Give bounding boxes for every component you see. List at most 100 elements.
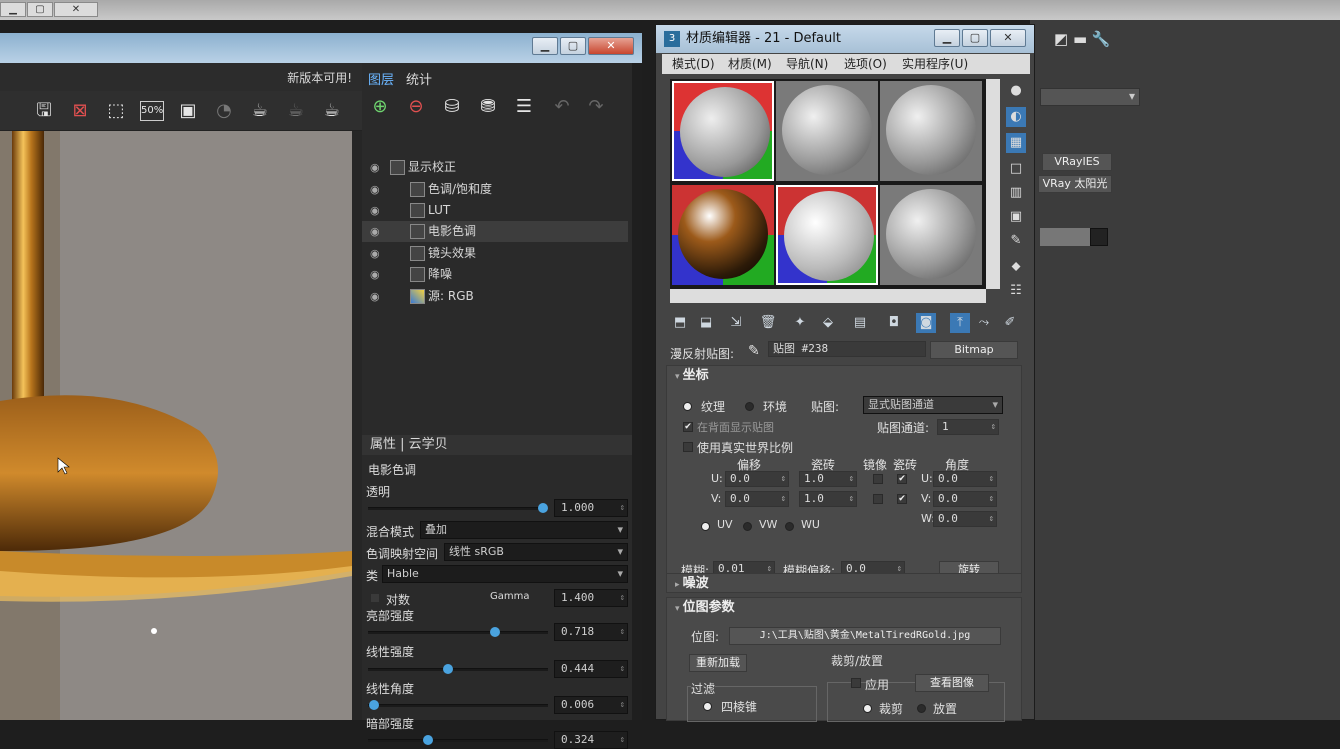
zoom-50-icon[interactable]: 50%	[140, 101, 164, 121]
u-angle-spinner[interactable]: 0.0	[933, 471, 997, 487]
me-maximize-button[interactable]: ▢	[962, 29, 988, 47]
show-end-result-icon[interactable]: ◙	[916, 313, 936, 333]
undo-icon[interactable]: ↶	[550, 95, 574, 119]
reset-map-icon[interactable]: 🗑	[758, 313, 778, 333]
bitmap-params-header[interactable]: ▾ 位图参数	[667, 598, 1021, 618]
sample-uv-icon[interactable]: □	[1006, 159, 1026, 179]
linear-angle-spinner[interactable]: 0.006	[554, 696, 628, 714]
save-layers-icon[interactable]: ⛁	[440, 95, 464, 119]
wu-radio[interactable]	[785, 522, 794, 531]
region-select-icon[interactable]: ⬚	[104, 99, 128, 123]
delete-layer-icon[interactable]: ⊖	[404, 95, 428, 119]
visibility-eye-icon[interactable]: ◉	[370, 179, 380, 200]
vfb-close-button[interactable]: ✕	[588, 37, 634, 55]
eyedropper-icon[interactable]: ✎	[748, 343, 760, 359]
highlight-spinner[interactable]: 0.718	[554, 623, 628, 641]
linear-slider[interactable]	[368, 664, 548, 674]
host-color-swatch[interactable]	[1090, 228, 1108, 246]
background-checker-icon[interactable]: ▦	[1006, 133, 1026, 153]
layer-item[interactable]: ◉ 镜头效果	[362, 243, 628, 264]
load-layers-icon[interactable]: ⛃	[476, 95, 500, 119]
crop-radio[interactable]	[863, 704, 872, 713]
vray-sun-button[interactable]: VRay 太阳光	[1038, 175, 1112, 193]
v-angle-spinner[interactable]: 0.0	[933, 491, 997, 507]
host-close-button[interactable]: ✕	[54, 2, 98, 17]
vfb-scrollbar[interactable]	[632, 63, 642, 720]
layer-item[interactable]: ◉ 色调/饱和度	[362, 179, 628, 200]
host-restore-button[interactable]: ▢	[27, 2, 53, 17]
v-mirror-checkbox[interactable]	[873, 494, 883, 504]
region-render-icon[interactable]: ◔	[212, 99, 236, 123]
material-slot[interactable]	[880, 185, 982, 285]
layer-item[interactable]: ◉ 源: RGB	[362, 286, 628, 307]
v-tiling-spinner[interactable]: 1.0	[799, 491, 857, 507]
mapping-dropdown[interactable]: 显式贴图通道	[863, 396, 1003, 414]
slider-knob[interactable]	[490, 627, 500, 637]
gamma-spinner[interactable]: 1.400	[554, 589, 628, 607]
menu-utilities[interactable]: 实用程序(U)	[902, 54, 968, 74]
menu-material[interactable]: 材质(M)	[728, 54, 772, 74]
visibility-eye-icon[interactable]: ◉	[370, 286, 380, 307]
layer-list-icon[interactable]: ☰	[512, 95, 536, 119]
put-to-scene-icon[interactable]: ⬓	[696, 313, 716, 333]
v-offset-spinner[interactable]: 0.0	[725, 491, 789, 507]
visibility-eye-icon[interactable]: ◉	[370, 243, 380, 264]
pick-material-icon[interactable]: ✐	[1000, 313, 1020, 333]
host-dropdown[interactable]: ▾	[1040, 88, 1140, 106]
noise-header[interactable]: ▸ 噪波	[667, 574, 1021, 594]
add-layer-icon[interactable]: ⊕	[368, 95, 392, 119]
me-minimize-button[interactable]: ▁	[934, 29, 960, 47]
material-slot[interactable]	[776, 81, 878, 181]
tab-layers[interactable]: 图层	[368, 69, 394, 88]
u-offset-spinner[interactable]: 0.0	[725, 471, 789, 487]
teapot-render-icon[interactable]: ☕	[248, 99, 272, 123]
slots-vscrollbar[interactable]	[986, 79, 1000, 289]
teapot-stop-icon[interactable]: ☕	[284, 99, 308, 123]
visibility-eye-icon[interactable]: ◉	[370, 157, 380, 178]
material-id-icon[interactable]: ▤	[850, 313, 870, 333]
command-panel-icons[interactable]: ◩ ▬ 🔧	[1054, 30, 1134, 52]
menu-options[interactable]: 选项(O)	[844, 54, 887, 74]
u-tiling-spinner[interactable]: 1.0	[799, 471, 857, 487]
four-corner-radio[interactable]	[703, 702, 712, 711]
render-image[interactable]	[0, 131, 352, 720]
log-checkbox[interactable]	[370, 593, 380, 603]
make-unique-icon[interactable]: ✦	[790, 313, 810, 333]
layer-item-selected[interactable]: ◉ 电影色调	[362, 221, 628, 242]
menu-mode[interactable]: 模式(D)	[672, 54, 715, 74]
menu-navigation[interactable]: 导航(N)	[786, 54, 828, 74]
map-type-button[interactable]: Bitmap	[930, 341, 1018, 359]
place-radio[interactable]	[917, 704, 926, 713]
texture-radio[interactable]	[683, 402, 692, 411]
layer-item[interactable]: ◉ 显示校正	[362, 157, 628, 178]
linear-angle-slider[interactable]	[368, 700, 548, 710]
highlight-slider[interactable]	[368, 627, 548, 637]
bitmap-path-button[interactable]: J:\工具\贴图\黄金\MetalTiredRGold.jpg	[729, 627, 1001, 645]
vfb-minimize-button[interactable]: ▁	[532, 37, 558, 55]
vw-radio[interactable]	[743, 522, 752, 531]
select-by-material-icon[interactable]: ⬥	[1006, 257, 1026, 277]
save-icon[interactable]: 🖫	[32, 99, 56, 123]
layer-item[interactable]: ◉ LUT	[362, 200, 628, 221]
clear-icon[interactable]: ⊠	[68, 99, 92, 123]
reload-button[interactable]: 重新加载	[689, 654, 747, 672]
real-world-checkbox[interactable]	[683, 442, 693, 452]
frame-icon[interactable]: ▣	[176, 99, 200, 123]
go-forward-sibling-icon[interactable]: ⤳	[974, 313, 994, 333]
coordinates-header[interactable]: ▾ 坐标	[667, 366, 1021, 386]
linear-spinner[interactable]: 0.444	[554, 660, 628, 678]
assign-material-icon[interactable]: ⇲	[726, 313, 746, 333]
material-map-navigator-icon[interactable]: ☷	[1006, 281, 1026, 301]
sample-type-icon[interactable]: ●	[1006, 81, 1026, 101]
show-back-checkbox[interactable]: ✔	[683, 422, 693, 432]
blend-mode-dropdown[interactable]: 叠加	[420, 521, 628, 539]
vfb-maximize-button[interactable]: ▢	[560, 37, 586, 55]
make-preview-icon[interactable]: ▣	[1006, 207, 1026, 227]
apply-checkbox[interactable]	[851, 678, 861, 688]
backlight-icon[interactable]: ◐	[1006, 107, 1026, 127]
get-material-icon[interactable]: ⬒	[670, 313, 690, 333]
update-notice[interactable]: 新版本可用!	[287, 69, 352, 86]
type-dropdown[interactable]: Hable	[382, 565, 628, 583]
map-channel-spinner[interactable]: 1	[937, 419, 999, 435]
visibility-eye-icon[interactable]: ◉	[370, 264, 380, 285]
